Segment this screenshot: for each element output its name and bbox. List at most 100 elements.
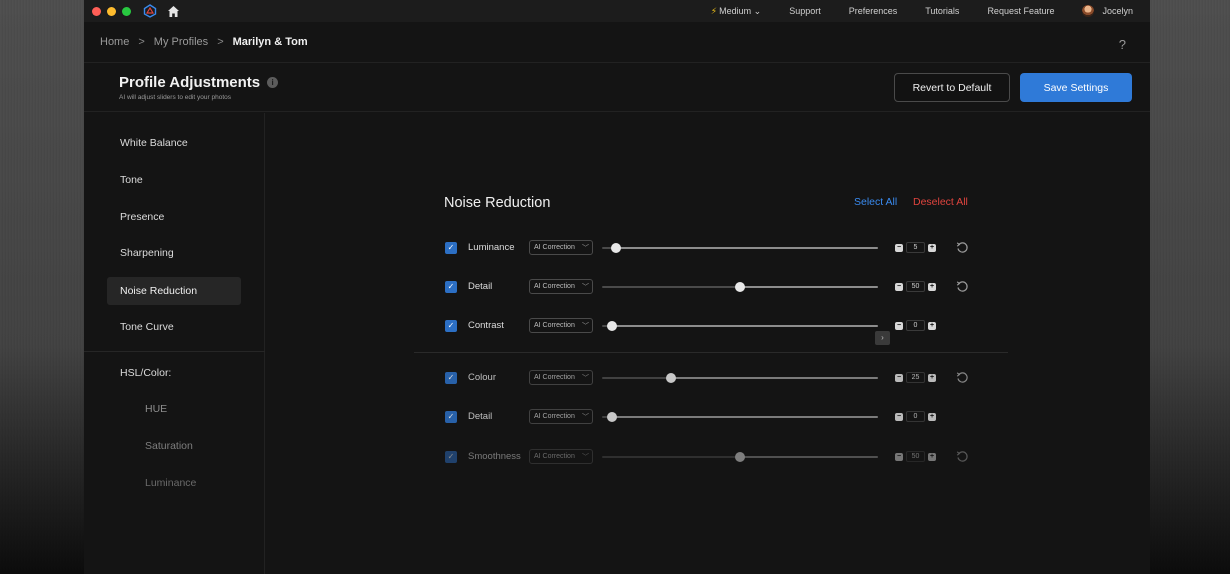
value-slider[interactable] — [602, 412, 878, 422]
decrement-button[interactable]: − — [895, 412, 903, 421]
chevron-right-icon: > — [138, 36, 145, 48]
correction-mode-dropdown[interactable]: AI Correction ﹀ — [529, 279, 593, 294]
increment-button[interactable]: + — [928, 373, 936, 382]
row-checkbox[interactable]: ✓ — [445, 372, 457, 384]
sidebar-item-noise-reduction[interactable]: Noise Reduction — [107, 277, 241, 305]
value-field[interactable]: 5 — [906, 242, 925, 253]
chevron-right-icon[interactable]: › — [875, 331, 890, 345]
save-settings-button[interactable]: Save Settings — [1020, 73, 1132, 102]
app-logo-icon[interactable] — [143, 4, 157, 18]
value-field[interactable]: 25 — [906, 372, 925, 383]
decrement-button[interactable]: − — [895, 452, 903, 461]
sidebar-subitem-hue[interactable]: HUE — [145, 403, 167, 415]
nav-tutorials[interactable]: Tutorials — [925, 6, 959, 16]
sidebar-subitem-luminance[interactable]: Luminance — [145, 477, 196, 489]
row-checkbox[interactable]: ✓ — [445, 411, 457, 423]
row-label: Detail — [468, 411, 493, 422]
top-navigation: ⚡ Medium ⌄ Support Preferences Tutorials … — [711, 0, 1150, 22]
row-checkbox[interactable]: ✓ — [445, 281, 457, 293]
page-header: Profile Adjustments i AI will adjust sli… — [84, 64, 1150, 112]
sidebar-item-tone[interactable]: Tone — [107, 166, 241, 194]
row-checkbox[interactable]: ✓ — [445, 451, 457, 463]
slider-handle[interactable] — [606, 412, 617, 422]
title-bar: ⚡ Medium ⌄ Support Preferences Tutorials … — [84, 0, 1150, 22]
plan-selector[interactable]: ⚡ Medium ⌄ — [711, 6, 761, 17]
row-checkbox[interactable]: ✓ — [445, 242, 457, 254]
adjustment-row: ✓ Contrast AI Correction ﹀ −0 + — [445, 317, 1005, 335]
minimize-window-button[interactable] — [107, 6, 116, 16]
slider-handle[interactable] — [735, 282, 745, 292]
value-slider[interactable] — [602, 321, 878, 331]
page-title-group: Profile Adjustments i — [119, 74, 279, 91]
section-divider — [414, 352, 1008, 353]
user-menu[interactable]: Jocelyn — [1082, 5, 1133, 17]
correction-mode-dropdown[interactable]: AI Correction ﹀ — [529, 409, 593, 424]
slider-handle[interactable] — [666, 373, 676, 383]
decrement-button[interactable]: − — [895, 321, 903, 330]
home-icon[interactable] — [167, 5, 180, 18]
sidebar-divider — [84, 351, 265, 352]
window-controls — [92, 6, 131, 16]
correction-mode-dropdown[interactable]: AI Correction ﹀ — [529, 318, 593, 333]
value-field[interactable]: 0 — [906, 411, 925, 422]
breadcrumb-home[interactable]: Home — [100, 36, 129, 48]
bolt-icon: ⚡ — [710, 5, 718, 16]
revert-to-default-button[interactable]: Revert to Default — [894, 73, 1010, 102]
chevron-down-icon: ﹀ — [582, 454, 589, 461]
value-field[interactable]: 0 — [906, 320, 925, 331]
slider-handle[interactable] — [610, 243, 621, 253]
value-field[interactable]: 50 — [906, 281, 925, 292]
correction-mode-dropdown[interactable]: AI Correction ﹀ — [529, 449, 593, 464]
sidebar-item-sharpening[interactable]: Sharpening — [107, 239, 241, 267]
reset-icon[interactable] — [956, 371, 969, 384]
close-window-button[interactable] — [92, 6, 101, 16]
value-stepper: −50 + — [895, 451, 936, 462]
value-field[interactable]: 50 — [906, 451, 925, 462]
reset-icon[interactable] — [956, 241, 969, 254]
reset-icon[interactable] — [956, 450, 969, 463]
correction-mode-dropdown[interactable]: AI Correction ﹀ — [529, 370, 593, 385]
maximize-window-button[interactable] — [122, 6, 131, 16]
value-slider[interactable] — [602, 243, 878, 253]
increment-button[interactable]: + — [928, 243, 936, 252]
nav-support[interactable]: Support — [789, 6, 821, 16]
row-checkbox[interactable]: ✓ — [445, 320, 457, 332]
sidebar-item-white-balance[interactable]: White Balance — [107, 129, 241, 157]
app-window: ⚡ Medium ⌄ Support Preferences Tutorials … — [84, 0, 1150, 574]
chevron-down-icon: ﹀ — [582, 375, 589, 382]
user-name: Jocelyn — [1102, 6, 1133, 16]
value-slider[interactable] — [602, 373, 878, 383]
correction-mode-dropdown[interactable]: AI Correction ﹀ — [529, 240, 593, 255]
deselect-all-link[interactable]: Deselect All — [913, 196, 968, 208]
slider-fill — [615, 247, 878, 249]
sidebar-section-hsl-color[interactable]: HSL/Color: — [107, 359, 241, 387]
row-label: Contrast — [468, 320, 504, 331]
increment-button[interactable]: + — [928, 452, 936, 461]
nav-preferences[interactable]: Preferences — [849, 6, 898, 16]
slider-fill — [611, 325, 878, 327]
breadcrumb-my-profiles[interactable]: My Profiles — [154, 36, 208, 48]
decrement-button[interactable]: − — [895, 373, 903, 382]
increment-button[interactable]: + — [928, 412, 936, 421]
decrement-button[interactable]: − — [895, 243, 903, 252]
slider-handle[interactable] — [606, 321, 617, 331]
help-button[interactable]: ? — [1119, 37, 1126, 52]
page-title: Profile Adjustments — [119, 74, 261, 91]
select-all-link[interactable]: Select All — [854, 196, 897, 208]
dropdown-value: AI Correction — [534, 374, 575, 381]
chevron-down-icon: ﹀ — [582, 284, 589, 291]
increment-button[interactable]: + — [928, 282, 936, 291]
decrement-button[interactable]: − — [895, 282, 903, 291]
sidebar-item-presence[interactable]: Presence — [107, 203, 241, 231]
value-slider[interactable] — [602, 452, 878, 462]
avatar — [1082, 5, 1095, 17]
value-slider[interactable] — [602, 282, 878, 292]
row-label: Detail — [468, 281, 493, 292]
sidebar-subitem-saturation[interactable]: Saturation — [145, 440, 193, 452]
info-icon[interactable]: i — [267, 77, 279, 88]
sidebar-item-tone-curve[interactable]: Tone Curve — [107, 313, 241, 341]
increment-button[interactable]: + — [928, 321, 936, 330]
nav-request-feature[interactable]: Request Feature — [987, 6, 1054, 16]
slider-handle[interactable] — [735, 452, 745, 462]
reset-icon[interactable] — [956, 280, 969, 293]
